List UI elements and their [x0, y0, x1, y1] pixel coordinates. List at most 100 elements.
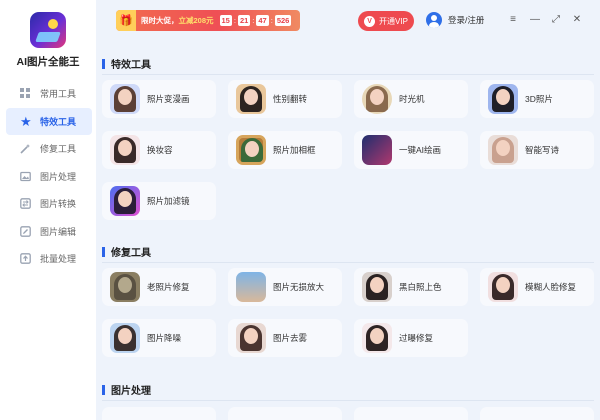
tool-label: 过曝修复: [399, 333, 434, 343]
tool-card-dehaze[interactable]: 图片去雾: [228, 319, 342, 357]
section-title-processing: 图片处理: [102, 382, 151, 397]
login-button[interactable]: 登录/注册: [426, 12, 484, 28]
menu-icon[interactable]: ≡: [506, 14, 520, 26]
tool-card-photo-frame[interactable]: 照片加相框: [228, 131, 342, 169]
blurry-face-repair-thumbnail: [488, 272, 518, 302]
tool-card-blurry-face-repair[interactable]: 模糊人脸修复: [480, 268, 594, 306]
star-icon: ★: [20, 113, 32, 129]
sidebar-item-label: 批量处理: [40, 254, 77, 265]
tool-label: 图片无损放大: [273, 282, 325, 292]
tool-card-gender-swap[interactable]: 性别翻转: [228, 80, 342, 118]
sidebar-item-label: 图片处理: [40, 171, 77, 182]
timer-seconds: 47: [256, 15, 269, 26]
colorize-thumbnail: [362, 272, 392, 302]
dehaze-thumbnail: [236, 323, 266, 353]
tool-card-3d-photo[interactable]: 3D照片: [480, 80, 594, 118]
smart-poetry-thumbnail: [488, 135, 518, 165]
section-divider: [102, 262, 594, 263]
sidebar-item-image-edit[interactable]: 图片编辑: [6, 218, 92, 246]
sidebar: AI图片全能王 常用工具 ★ 特效工具 修复工具 图片处理 图片转换 图片编辑 …: [0, 0, 96, 420]
tool-label: 黑白照上色: [399, 282, 442, 292]
sidebar-item-label: 特效工具: [40, 116, 77, 127]
lossless-upscale-thumbnail: [236, 272, 266, 302]
app-logo: [30, 12, 66, 48]
countdown-timer: 15: 21: 47: 526: [219, 15, 292, 26]
tool-card-time-machine[interactable]: 时光机: [354, 80, 468, 118]
tool-card-photo-to-comic[interactable]: 照片变漫画: [102, 80, 216, 118]
timer-milliseconds: 526: [274, 15, 292, 26]
tool-label: 一键AI绘画: [399, 145, 442, 155]
makeup-thumbnail: [110, 135, 140, 165]
tool-card-ai-painting[interactable]: 一键AI绘画: [354, 131, 468, 169]
promo-text: 限时大促，立减208元: [141, 16, 214, 25]
tool-card-colorize[interactable]: 黑白照上色: [354, 268, 468, 306]
convert-icon: [20, 198, 31, 210]
sidebar-item-image-processing[interactable]: 图片处理: [6, 163, 92, 191]
photo-to-comic-thumbnail: [110, 84, 140, 114]
sidebar-nav: 常用工具 ★ 特效工具 修复工具 图片处理 图片转换 图片编辑 批量处理: [6, 80, 92, 273]
section-title-effects: 特效工具: [102, 56, 151, 71]
tool-card-old-photo-repair[interactable]: 老照片修复: [102, 268, 216, 306]
tool-card-partial[interactable]: [480, 407, 594, 420]
section-divider: [102, 74, 594, 75]
main-content: 特效工具 照片变漫画 性别翻转 时光机 3D照片 换妆容 照片加相框 一键AI绘…: [96, 42, 600, 420]
upload-icon: [20, 253, 31, 265]
tool-card-lossless-upscale[interactable]: 图片无损放大: [228, 268, 342, 306]
user-avatar-icon: [426, 12, 442, 28]
tool-label: 图片降噪: [147, 333, 182, 343]
tool-label: 换妆容: [147, 145, 173, 155]
tool-card-partial[interactable]: [102, 407, 216, 420]
ai-painting-thumbnail: [362, 135, 392, 165]
old-photo-repair-thumbnail: [110, 272, 140, 302]
tool-label: 图片去雾: [273, 333, 308, 343]
tool-label: 性别翻转: [273, 94, 308, 104]
tool-card-partial[interactable]: [228, 407, 342, 420]
promo-banner[interactable]: 🎁 限时大促，立减208元 15: 21: 47: 526: [116, 10, 300, 31]
tool-label: 3D照片: [525, 94, 553, 104]
wand-icon: [20, 143, 31, 154]
vip-icon: V: [364, 15, 376, 27]
section-title-repair: 修复工具: [102, 244, 151, 259]
vip-label: 开通VIP: [379, 16, 408, 26]
tool-card-partial[interactable]: [354, 407, 468, 420]
maximize-icon[interactable]: ⤢: [549, 14, 563, 26]
tool-label: 时光机: [399, 94, 425, 104]
sidebar-item-effects-tools[interactable]: ★ 特效工具: [6, 107, 92, 135]
tool-label: 照片加相框: [273, 145, 316, 155]
tool-card-denoise[interactable]: 图片降噪: [102, 319, 216, 357]
gender-swap-thumbnail: [236, 84, 266, 114]
timer-hours: 15: [219, 15, 232, 26]
login-label: 登录/注册: [448, 15, 485, 25]
open-vip-button[interactable]: V 开通VIP: [358, 11, 414, 31]
photo-filter-thumbnail: [110, 186, 140, 216]
grid-icon: [20, 88, 31, 100]
tool-label: 模糊人脸修复: [525, 282, 577, 292]
app-title: AI图片全能王: [16, 56, 80, 68]
overexposure-repair-thumbnail: [362, 323, 392, 353]
sidebar-item-label: 修复工具: [40, 144, 77, 155]
sidebar-item-label: 图片编辑: [40, 226, 77, 237]
edit-icon: [20, 225, 31, 237]
tool-card-smart-poetry[interactable]: 智能写诗: [480, 131, 594, 169]
denoise-thumbnail: [110, 323, 140, 353]
photo-frame-thumbnail: [236, 135, 266, 165]
sidebar-item-image-convert[interactable]: 图片转换: [6, 190, 92, 218]
tool-label: 智能写诗: [525, 145, 560, 155]
image-icon: [20, 171, 31, 182]
time-machine-thumbnail: [362, 84, 392, 114]
3d-photo-thumbnail: [488, 84, 518, 114]
top-bar: 🎁 限时大促，立减208元 15: 21: 47: 526 V 开通VIP 登录…: [96, 0, 600, 42]
section-divider: [102, 400, 594, 401]
sidebar-item-label: 常用工具: [40, 89, 77, 100]
sidebar-item-repair-tools[interactable]: 修复工具: [6, 135, 92, 163]
sidebar-item-common-tools[interactable]: 常用工具: [6, 80, 92, 108]
close-icon[interactable]: ✕: [570, 14, 584, 26]
sidebar-item-batch[interactable]: 批量处理: [6, 245, 92, 273]
tool-card-photo-filter[interactable]: 照片加滤镜: [102, 182, 216, 220]
gift-icon: 🎁: [116, 10, 136, 31]
tool-card-makeup[interactable]: 换妆容: [102, 131, 216, 169]
tool-card-overexposure-repair[interactable]: 过曝修复: [354, 319, 468, 357]
minimize-icon[interactable]: —: [528, 14, 542, 26]
tool-label: 老照片修复: [147, 282, 190, 292]
timer-minutes: 21: [237, 15, 251, 26]
